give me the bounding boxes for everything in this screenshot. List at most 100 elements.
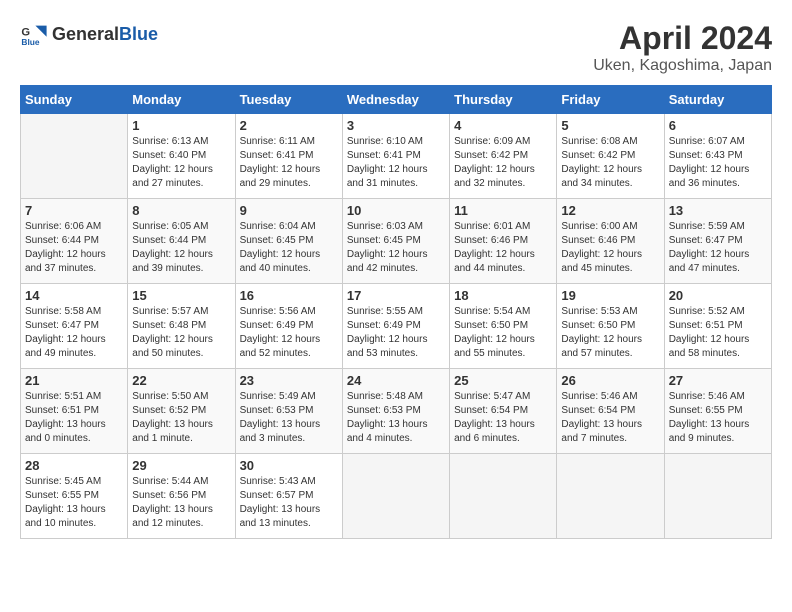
calendar-cell: 2 Sunrise: 6:11 AM Sunset: 6:41 PM Daylig… — [235, 114, 342, 199]
day-number: 23 — [240, 373, 338, 388]
day-header-thursday: Thursday — [450, 86, 557, 114]
day-number: 20 — [669, 288, 767, 303]
day-number: 3 — [347, 118, 445, 133]
calendar-cell: 15Sunrise: 5:57 AM Sunset: 6:48 PM Dayli… — [128, 284, 235, 369]
calendar-header: SundayMondayTuesdayWednesdayThursdayFrid… — [21, 86, 772, 114]
day-number: 19 — [561, 288, 659, 303]
day-info: Sunrise: 5:52 AM Sunset: 6:51 PM Dayligh… — [669, 305, 767, 361]
day-header-tuesday: Tuesday — [235, 86, 342, 114]
subtitle: Uken, Kagoshima, Japan — [593, 57, 772, 75]
day-number: 2 — [240, 118, 338, 133]
title-area: April 2024 Uken, Kagoshima, Japan — [593, 20, 772, 75]
calendar-cell: 17 Sunrise: 5:55 AM Sunset: 6:49 PM Dayli… — [342, 284, 449, 369]
day-number: 22 — [132, 373, 230, 388]
day-number: 17 — [347, 288, 445, 303]
day-info: Sunrise: 5:46 AM Sunset: 6:54 PM Dayligh… — [561, 390, 659, 446]
day-header-saturday: Saturday — [664, 86, 771, 114]
calendar-week-4: 28 Sunrise: 5:45 AM Sunset: 6:55 PM Dayli… — [21, 454, 772, 539]
day-info: Sunrise: 5:47 AM Sunset: 6:54 PM Dayligh… — [454, 390, 552, 446]
calendar-week-0: 1 Sunrise: 6:13 AM Sunset: 6:40 PM Daylig… — [21, 114, 772, 199]
calendar-cell: 21Sunrise: 5:51 AM Sunset: 6:51 PM Dayli… — [21, 369, 128, 454]
calendar-week-1: 7Sunrise: 6:06 AM Sunset: 6:44 PM Daylig… — [21, 199, 772, 284]
day-number: 26 — [561, 373, 659, 388]
day-info: Sunrise: 6:04 AM Sunset: 6:45 PM Dayligh… — [240, 220, 338, 276]
logo: G Blue General Blue — [20, 20, 158, 48]
day-number: 11 — [454, 203, 552, 218]
calendar-cell: 6 Sunrise: 6:07 AM Sunset: 6:43 PM Daylig… — [664, 114, 771, 199]
day-info: Sunrise: 6:03 AM Sunset: 6:45 PM Dayligh… — [347, 220, 445, 276]
logo-general-text: General — [52, 24, 119, 45]
calendar-cell — [557, 454, 664, 539]
day-number: 1 — [132, 118, 230, 133]
calendar-cell: 19 Sunrise: 5:53 AM Sunset: 6:50 PM Dayli… — [557, 284, 664, 369]
day-info: Sunrise: 6:08 AM Sunset: 6:42 PM Dayligh… — [561, 135, 659, 191]
day-info: Sunrise: 6:05 AM Sunset: 6:44 PM Dayligh… — [132, 220, 230, 276]
svg-text:Blue: Blue — [21, 37, 39, 47]
calendar-cell: 8 Sunrise: 6:05 AM Sunset: 6:44 PM Daylig… — [128, 199, 235, 284]
calendar-cell: 30 Sunrise: 5:43 AM Sunset: 6:57 PM Dayli… — [235, 454, 342, 539]
day-number: 25 — [454, 373, 552, 388]
calendar: SundayMondayTuesdayWednesdayThursdayFrid… — [20, 85, 772, 539]
day-info: Sunrise: 6:11 AM Sunset: 6:41 PM Dayligh… — [240, 135, 338, 191]
day-info: Sunrise: 5:48 AM Sunset: 6:53 PM Dayligh… — [347, 390, 445, 446]
calendar-cell: 4 Sunrise: 6:09 AM Sunset: 6:42 PM Daylig… — [450, 114, 557, 199]
day-number: 9 — [240, 203, 338, 218]
calendar-cell: 5Sunrise: 6:08 AM Sunset: 6:42 PM Daylig… — [557, 114, 664, 199]
day-info: Sunrise: 5:54 AM Sunset: 6:50 PM Dayligh… — [454, 305, 552, 361]
day-number: 6 — [669, 118, 767, 133]
day-info: Sunrise: 5:44 AM Sunset: 6:56 PM Dayligh… — [132, 475, 230, 531]
day-info: Sunrise: 5:59 AM Sunset: 6:47 PM Dayligh… — [669, 220, 767, 276]
calendar-body: 1 Sunrise: 6:13 AM Sunset: 6:40 PM Daylig… — [21, 114, 772, 539]
calendar-cell: 3 Sunrise: 6:10 AM Sunset: 6:41 PM Daylig… — [342, 114, 449, 199]
day-number: 18 — [454, 288, 552, 303]
day-info: Sunrise: 5:53 AM Sunset: 6:50 PM Dayligh… — [561, 305, 659, 361]
calendar-cell: 25 Sunrise: 5:47 AM Sunset: 6:54 PM Dayli… — [450, 369, 557, 454]
day-info: Sunrise: 5:58 AM Sunset: 6:47 PM Dayligh… — [25, 305, 123, 361]
day-info: Sunrise: 5:57 AM Sunset: 6:48 PM Dayligh… — [132, 305, 230, 361]
day-number: 10 — [347, 203, 445, 218]
day-header-monday: Monday — [128, 86, 235, 114]
day-number: 12 — [561, 203, 659, 218]
logo-icon: G Blue — [20, 20, 48, 48]
calendar-cell: 27Sunrise: 5:46 AM Sunset: 6:55 PM Dayli… — [664, 369, 771, 454]
day-number: 13 — [669, 203, 767, 218]
calendar-cell: 16Sunrise: 5:56 AM Sunset: 6:49 PM Dayli… — [235, 284, 342, 369]
day-number: 28 — [25, 458, 123, 473]
calendar-cell — [342, 454, 449, 539]
calendar-cell: 29Sunrise: 5:44 AM Sunset: 6:56 PM Dayli… — [128, 454, 235, 539]
calendar-week-3: 21Sunrise: 5:51 AM Sunset: 6:51 PM Dayli… — [21, 369, 772, 454]
calendar-cell — [21, 114, 128, 199]
day-number: 4 — [454, 118, 552, 133]
day-number: 21 — [25, 373, 123, 388]
calendar-cell: 24 Sunrise: 5:48 AM Sunset: 6:53 PM Dayli… — [342, 369, 449, 454]
day-info: Sunrise: 6:07 AM Sunset: 6:43 PM Dayligh… — [669, 135, 767, 191]
day-info: Sunrise: 5:55 AM Sunset: 6:49 PM Dayligh… — [347, 305, 445, 361]
day-number: 7 — [25, 203, 123, 218]
calendar-cell: 14 Sunrise: 5:58 AM Sunset: 6:47 PM Dayli… — [21, 284, 128, 369]
day-info: Sunrise: 5:45 AM Sunset: 6:55 PM Dayligh… — [25, 475, 123, 531]
day-number: 14 — [25, 288, 123, 303]
day-info: Sunrise: 5:49 AM Sunset: 6:53 PM Dayligh… — [240, 390, 338, 446]
day-info: Sunrise: 6:10 AM Sunset: 6:41 PM Dayligh… — [347, 135, 445, 191]
day-info: Sunrise: 6:09 AM Sunset: 6:42 PM Dayligh… — [454, 135, 552, 191]
day-info: Sunrise: 6:13 AM Sunset: 6:40 PM Dayligh… — [132, 135, 230, 191]
day-number: 8 — [132, 203, 230, 218]
day-info: Sunrise: 5:50 AM Sunset: 6:52 PM Dayligh… — [132, 390, 230, 446]
day-number: 24 — [347, 373, 445, 388]
header: G Blue General Blue April 2024 Uken, Kag… — [20, 20, 772, 75]
day-number: 30 — [240, 458, 338, 473]
day-info: Sunrise: 6:00 AM Sunset: 6:46 PM Dayligh… — [561, 220, 659, 276]
calendar-cell: 13 Sunrise: 5:59 AM Sunset: 6:47 PM Dayli… — [664, 199, 771, 284]
calendar-cell: 20 Sunrise: 5:52 AM Sunset: 6:51 PM Dayli… — [664, 284, 771, 369]
calendar-cell: 10 Sunrise: 6:03 AM Sunset: 6:45 PM Dayli… — [342, 199, 449, 284]
day-info: Sunrise: 5:43 AM Sunset: 6:57 PM Dayligh… — [240, 475, 338, 531]
day-header-wednesday: Wednesday — [342, 86, 449, 114]
day-info: Sunrise: 5:56 AM Sunset: 6:49 PM Dayligh… — [240, 305, 338, 361]
calendar-cell: 28 Sunrise: 5:45 AM Sunset: 6:55 PM Dayli… — [21, 454, 128, 539]
calendar-cell: 11 Sunrise: 6:01 AM Sunset: 6:46 PM Dayli… — [450, 199, 557, 284]
calendar-cell: 26 Sunrise: 5:46 AM Sunset: 6:54 PM Dayli… — [557, 369, 664, 454]
calendar-cell — [450, 454, 557, 539]
day-header-friday: Friday — [557, 86, 664, 114]
day-info: Sunrise: 6:01 AM Sunset: 6:46 PM Dayligh… — [454, 220, 552, 276]
day-info: Sunrise: 5:46 AM Sunset: 6:55 PM Dayligh… — [669, 390, 767, 446]
